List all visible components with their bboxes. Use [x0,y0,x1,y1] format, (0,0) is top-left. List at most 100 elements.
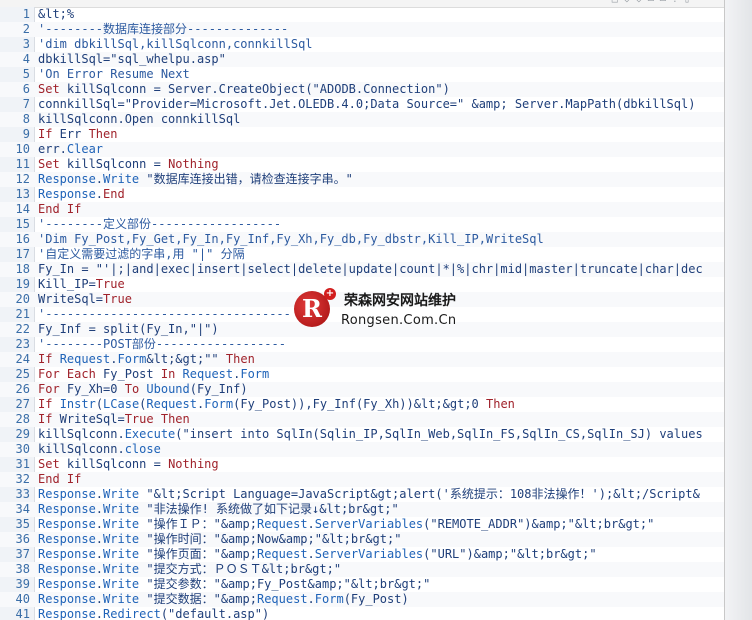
code-line[interactable]: 14 End If [0,202,724,217]
code-text: Response.Write "操作时间："&amp;Now&amp;"&lt;… [38,532,402,546]
line-number: 9 [22,127,30,141]
code-text: '--------POST部份------------------ [38,337,286,351]
side-panel [725,0,752,620]
code-line[interactable]: 6 Set killSqlconn = Server.CreateObject("… [0,82,724,97]
code-text: Response.Write "非法操作! 系统做了如下记录↓&lt;br&gt… [38,502,399,516]
toolbar-icon[interactable]: ▯ [684,0,690,6]
toolbar-icon[interactable]: ▭ [648,0,654,6]
code-line[interactable]: 8 killSqlconn.Open connkillSql [0,112,724,127]
code-line[interactable]: 28 If WriteSql=True Then [0,412,724,427]
line-number: 35 [15,517,30,531]
code-line[interactable]: 38 Response.Write "提交方式：ＰＯＳＴ&lt;br&gt;" [0,562,724,577]
line-number: 20 [15,292,30,306]
code-line[interactable]: 9 If Err Then [0,127,724,142]
line-number: 10 [15,142,30,156]
line-number: 15 [15,217,30,231]
code-line[interactable]: 36 Response.Write "操作时间："&amp;Now&amp;"&l… [0,532,724,547]
code-line[interactable]: 18 Fy_In = "'|;|and|exec|insert|select|de… [0,262,724,277]
watermark-chinese-text: 荣森网安网站维护 [344,293,456,309]
code-line[interactable]: 1 &lt;% [0,7,724,22]
code-line[interactable]: 7 connkillSql="Provider=Microsoft.Jet.OLE… [0,97,724,112]
code-line[interactable]: 41 Response.Redirect("default.asp") [0,607,724,620]
line-number: 41 [15,607,30,620]
toolbar-icon[interactable]: ? [672,0,678,6]
code-text: '--------数据库连接部分-------------- [38,22,289,36]
code-text: 'dim dbkillSql,killSqlconn,connkillSql [38,37,313,51]
code-line[interactable]: 29 killSqlconn.Execute("insert into SqlIn… [0,427,724,442]
code-line[interactable]: 3 'dim dbkillSql,killSqlconn,connkillSql [0,37,724,52]
toolbar-icon[interactable]: □ [612,0,618,6]
code-text: Response.Write "操作ＩＰ："&amp;Request.Serve… [38,517,655,531]
code-text: Set killSqlconn = Nothing [38,157,219,171]
code-text: If Err Then [38,127,118,141]
code-text: '---------------------------------- [38,307,291,321]
code-line[interactable]: 5 'On Error Resume Next [0,67,724,82]
code-line[interactable]: 15 '--------定义部份------------------ [0,217,724,232]
code-text: dbkillSql="sql_whelpu.asp" [38,52,226,66]
code-line[interactable]: 27 If Instr(LCase(Request.Form(Fy_Post)),… [0,397,724,412]
toolbar-icon[interactable]: ◇ [636,0,642,6]
line-number: 26 [15,382,30,396]
code-line[interactable]: 12 Response.Write "数据库连接出错，请检查连接字串。" [0,172,724,187]
code-line[interactable]: 33 Response.Write "&lt;Script Language=Ja… [0,487,724,502]
code-line[interactable]: 13 Response.End [0,187,724,202]
line-number: 27 [15,397,30,411]
code-line[interactable]: 30 killSqlconn.close [0,442,724,457]
toolbar-icon[interactable]: ◇ [624,0,630,6]
line-number: 18 [15,262,30,276]
toolbar-icons: □ ◇ ◇ ▭ ▭? ▯ [612,0,690,6]
code-line[interactable]: 23 '--------POST部份------------------ [0,337,724,352]
code-line[interactable]: 2 '--------数据库连接部分-------------- [0,22,724,37]
code-text: killSqlconn.Open connkillSql [38,112,241,126]
code-text: Response.Write "操作页面："&amp;Request.Serve… [38,547,597,561]
line-number: 40 [15,592,30,606]
code-line[interactable]: 17 '自定义需要过滤的字串,用 "|" 分隔 [0,247,724,262]
code-line[interactable]: 34 Response.Write "非法操作! 系统做了如下记录↓&lt;br&… [0,502,724,517]
code-line[interactable]: 24 If Request.Form&lt;&gt;"" Then [0,352,724,367]
line-number: 32 [15,472,30,486]
code-text: killSqlconn.close [38,442,161,456]
watermark-plus-icon: + [324,288,336,300]
code-line[interactable]: 11 Set killSqlconn = Nothing [0,157,724,172]
code-text: If Instr(LCase(Request.Form(Fy_Post)),Fy… [38,397,515,411]
line-number: 37 [15,547,30,561]
code-text: Fy_In = "'|;|and|exec|insert|select|dele… [38,262,703,276]
line-number: 4 [22,52,30,66]
code-text: Kill_IP=True [38,277,125,291]
line-number: 17 [15,247,30,261]
line-number: 28 [15,412,30,426]
code-line[interactable]: 25 For Each Fy_Post In Request.Form [0,367,724,382]
code-line[interactable]: 40 Response.Write "提交数据："&amp;Request.For… [0,592,724,607]
code-text: Response.Write "提交方式：ＰＯＳＴ&lt;br&gt;" [38,562,342,576]
line-number: 23 [15,337,30,351]
code-line[interactable]: 39 Response.Write "提交参数："&amp;Fy_Post&amp… [0,577,724,592]
code-line[interactable]: 16 'Dim Fy_Post,Fy_Get,Fy_In,Fy_Inf,Fy_Xh… [0,232,724,247]
line-number: 6 [22,82,30,96]
line-number: 5 [22,67,30,81]
code-line[interactable]: 32 End If [0,472,724,487]
code-text: killSqlconn.Execute("insert into SqlIn(S… [38,427,703,441]
code-line[interactable]: 26 For Fy_Xh=0 To Ubound(Fy_Inf) [0,382,724,397]
line-number: 39 [15,577,30,591]
toolbar-icon[interactable]: ▭ [660,0,666,6]
code-text: '自定义需要过滤的字串,用 "|" 分隔 [38,247,245,261]
code-text: If Request.Form&lt;&gt;"" Then [38,352,255,366]
line-number: 29 [15,427,30,441]
code-text: For Each Fy_Post In Request.Form [38,367,270,381]
line-number: 21 [15,307,30,321]
code-text: Response.Redirect("default.asp") [38,607,270,620]
code-line[interactable]: 4 dbkillSql="sql_whelpu.asp" [0,52,724,67]
code-text: &lt;% [38,7,75,21]
line-number: 1 [22,7,30,21]
line-number: 30 [15,442,30,456]
line-number: 13 [15,187,30,201]
code-line[interactable]: 37 Response.Write "操作页面："&amp;Request.Ser… [0,547,724,562]
code-line[interactable]: 31 Set killSqlconn = Nothing [0,457,724,472]
code-line[interactable]: 35 Response.Write "操作ＩＰ："&amp;Request.Ser… [0,517,724,532]
line-number: 3 [22,37,30,51]
line-number: 31 [15,457,30,471]
code-line[interactable]: 10 err.Clear [0,142,724,157]
line-number: 16 [15,232,30,246]
code-text: For Fy_Xh=0 To Ubound(Fy_Inf) [38,382,248,396]
code-text: Response.Write "&lt;Script Language=Java… [38,487,700,501]
